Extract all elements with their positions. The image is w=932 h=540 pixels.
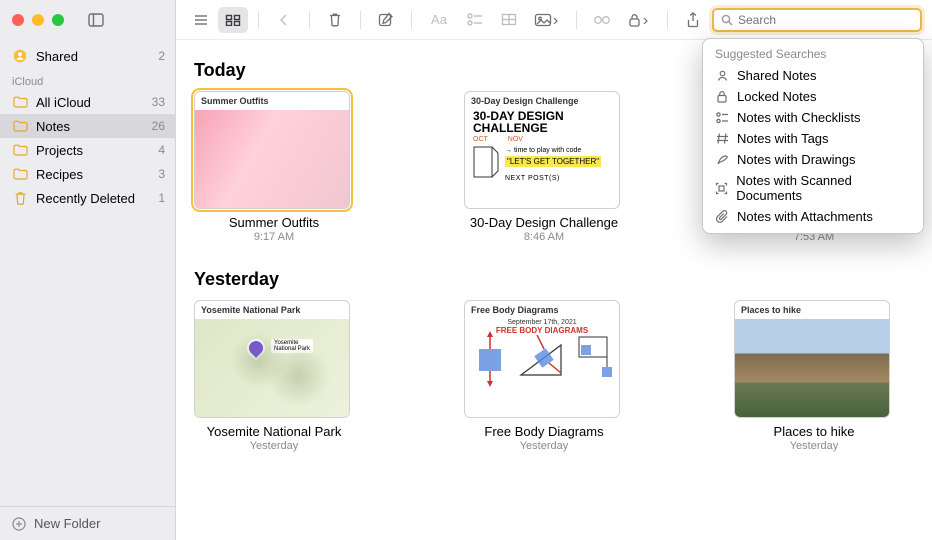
section-heading-yesterday: Yesterday: [194, 269, 914, 290]
sidebar-section-icloud: iCloud: [0, 68, 175, 90]
window-controls: [12, 14, 64, 26]
toolbar: Aa: [176, 0, 932, 40]
checklist-button[interactable]: [460, 7, 490, 33]
search-input[interactable]: [738, 13, 914, 27]
lock-icon: [715, 90, 729, 104]
media-button[interactable]: [528, 7, 566, 33]
delete-button[interactable]: [320, 7, 350, 33]
drawing-icon: [715, 153, 729, 167]
sidebar-item-count: 4: [158, 143, 165, 157]
note-card[interactable]: Free Body Diagrams September 17th, 2021F…: [464, 300, 624, 452]
sidebar-item-label: Recently Deleted: [36, 191, 135, 206]
note-time: Yesterday: [734, 440, 894, 452]
sidebar-item-label: All iCloud: [36, 95, 91, 110]
fullscreen-window-button[interactable]: [52, 14, 64, 26]
folder-icon: [12, 94, 28, 110]
note-thumbnail[interactable]: 30-Day Design Challenge 30-DAY DESIGNCHA…: [464, 91, 620, 209]
note-title: Places to hike: [734, 424, 894, 439]
sidebar-item-projects[interactable]: Projects 4: [0, 138, 175, 162]
tag-icon: [715, 132, 729, 146]
suggestion-checklists[interactable]: Notes with Checklists: [703, 107, 923, 128]
sidebar-item-all-icloud[interactable]: All iCloud 33: [0, 90, 175, 114]
note-time: Yesterday: [464, 440, 624, 452]
note-time: Yesterday: [194, 440, 354, 452]
suggestion-locked-notes[interactable]: Locked Notes: [703, 86, 923, 107]
folder-icon: [12, 166, 28, 182]
note-thumbnail[interactable]: Yosemite National Park YosemiteNational …: [194, 300, 350, 418]
toggle-sidebar-icon[interactable]: [88, 12, 104, 28]
view-list-button[interactable]: [186, 7, 216, 33]
note-card[interactable]: Summer Outfits Summer Outfits 9:17 AM: [194, 91, 354, 243]
sidebar-item-label: Projects: [36, 143, 83, 158]
suggestion-scanned[interactable]: Notes with Scanned Documents: [703, 170, 923, 206]
titlebar-left: [0, 0, 175, 40]
suggestion-attachments[interactable]: Notes with Attachments: [703, 206, 923, 227]
sidebar-item-label: Notes: [36, 119, 70, 134]
note-title: 30-Day Design Challenge: [464, 215, 624, 230]
main-area: Aa Suggested Searches Shared Notes Locke…: [176, 0, 932, 540]
sidebar-item-recently-deleted[interactable]: Recently Deleted 1: [0, 186, 175, 210]
plus-circle-icon: [12, 517, 26, 531]
lock-button[interactable]: [621, 7, 657, 33]
close-window-button[interactable]: [12, 14, 24, 26]
note-card[interactable]: 30-Day Design Challenge 30-DAY DESIGNCHA…: [464, 91, 624, 243]
note-title: Yosemite National Park: [194, 424, 354, 439]
view-gallery-button[interactable]: [218, 7, 248, 33]
checklist-icon: [715, 111, 729, 125]
minimize-window-button[interactable]: [32, 14, 44, 26]
note-title: Summer Outfits: [194, 215, 354, 230]
new-folder-label: New Folder: [34, 516, 100, 531]
search-icon: [720, 13, 734, 27]
new-folder-button[interactable]: New Folder: [0, 506, 175, 540]
note-thumbnail[interactable]: Summer Outfits: [194, 91, 350, 209]
trash-icon: [12, 190, 28, 206]
share-button[interactable]: [678, 7, 708, 33]
sidebar-item-count: 2: [158, 49, 165, 63]
sidebar-item-count: 26: [152, 119, 165, 133]
link-button[interactable]: [587, 7, 617, 33]
note-thumbnail[interactable]: Places to hike: [734, 300, 890, 418]
table-button[interactable]: [494, 7, 524, 33]
scan-icon: [715, 181, 728, 195]
folder-icon: [12, 118, 28, 134]
attachment-icon: [715, 210, 729, 224]
sidebar-list: Shared 2 iCloud All iCloud 33 Notes 26 P…: [0, 40, 175, 506]
search-field[interactable]: [712, 8, 922, 32]
back-button[interactable]: [269, 7, 299, 33]
new-note-button[interactable]: [371, 7, 401, 33]
note-card[interactable]: Yosemite National Park YosemiteNational …: [194, 300, 354, 452]
app-window: Shared 2 iCloud All iCloud 33 Notes 26 P…: [0, 0, 932, 540]
note-thumbnail[interactable]: Free Body Diagrams September 17th, 2021F…: [464, 300, 620, 418]
shared-icon: [12, 48, 28, 64]
folder-icon: [12, 142, 28, 158]
sidebar-item-label: Recipes: [36, 167, 83, 182]
note-time: 9:17 AM: [194, 231, 354, 243]
sidebar-item-notes[interactable]: Notes 26: [0, 114, 175, 138]
sidebar-item-count: 1: [158, 191, 165, 205]
note-card[interactable]: Places to hike Places to hike Yesterday: [734, 300, 894, 452]
format-button[interactable]: Aa: [422, 7, 456, 33]
suggestion-tags[interactable]: Notes with Tags: [703, 128, 923, 149]
sidebar-item-shared[interactable]: Shared 2: [0, 44, 175, 68]
sidebar: Shared 2 iCloud All iCloud 33 Notes 26 P…: [0, 0, 176, 540]
note-title: Free Body Diagrams: [464, 424, 624, 439]
sidebar-item-recipes[interactable]: Recipes 3: [0, 162, 175, 186]
note-time: 8:46 AM: [464, 231, 624, 243]
suggestion-drawings[interactable]: Notes with Drawings: [703, 149, 923, 170]
suggestions-heading: Suggested Searches: [703, 45, 923, 65]
sidebar-item-label: Shared: [36, 49, 78, 64]
search-suggestions-dropdown: Suggested Searches Shared Notes Locked N…: [702, 38, 924, 234]
sidebar-item-count: 3: [158, 167, 165, 181]
shared-icon: [715, 69, 729, 83]
sidebar-item-count: 33: [152, 95, 165, 109]
suggestion-shared-notes[interactable]: Shared Notes: [703, 65, 923, 86]
